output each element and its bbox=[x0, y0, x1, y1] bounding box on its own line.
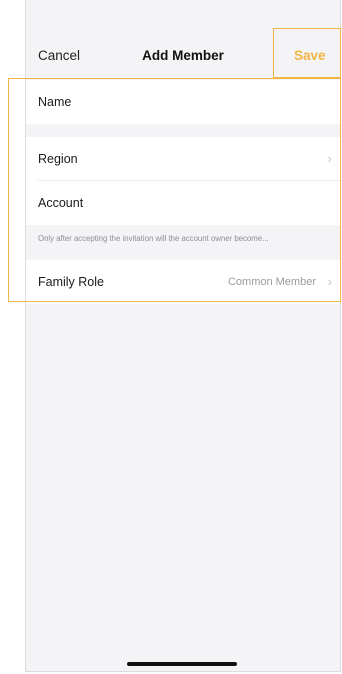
name-section: Name bbox=[26, 80, 340, 124]
region-account-section: Region › Account bbox=[26, 137, 340, 225]
page: Cancel Add Member Save Name Region › Acc… bbox=[0, 0, 342, 674]
account-row[interactable]: Account bbox=[26, 181, 340, 225]
chevron-right-icon: › bbox=[327, 151, 332, 166]
region-row[interactable]: Region › bbox=[26, 137, 340, 181]
name-row[interactable]: Name bbox=[26, 80, 340, 124]
nav-bar: Cancel Add Member Save bbox=[26, 0, 340, 80]
save-button[interactable]: Save bbox=[294, 47, 326, 65]
family-role-value: Common Member bbox=[227, 276, 316, 288]
invitation-hint: Only after accepting the invitation will… bbox=[38, 234, 269, 243]
account-label: Account bbox=[38, 196, 84, 210]
name-label: Name bbox=[38, 95, 72, 109]
phone-screen: Cancel Add Member Save Name Region › Acc… bbox=[25, 0, 341, 672]
region-label: Region bbox=[38, 152, 78, 166]
family-role-label: Family Role bbox=[38, 275, 104, 289]
family-role-row[interactable]: Family Role Common Member › bbox=[26, 260, 340, 304]
family-role-section: Family Role Common Member › bbox=[26, 260, 340, 304]
chevron-right-icon: › bbox=[327, 274, 332, 289]
page-title: Add Member bbox=[142, 48, 224, 63]
home-indicator bbox=[127, 662, 237, 666]
